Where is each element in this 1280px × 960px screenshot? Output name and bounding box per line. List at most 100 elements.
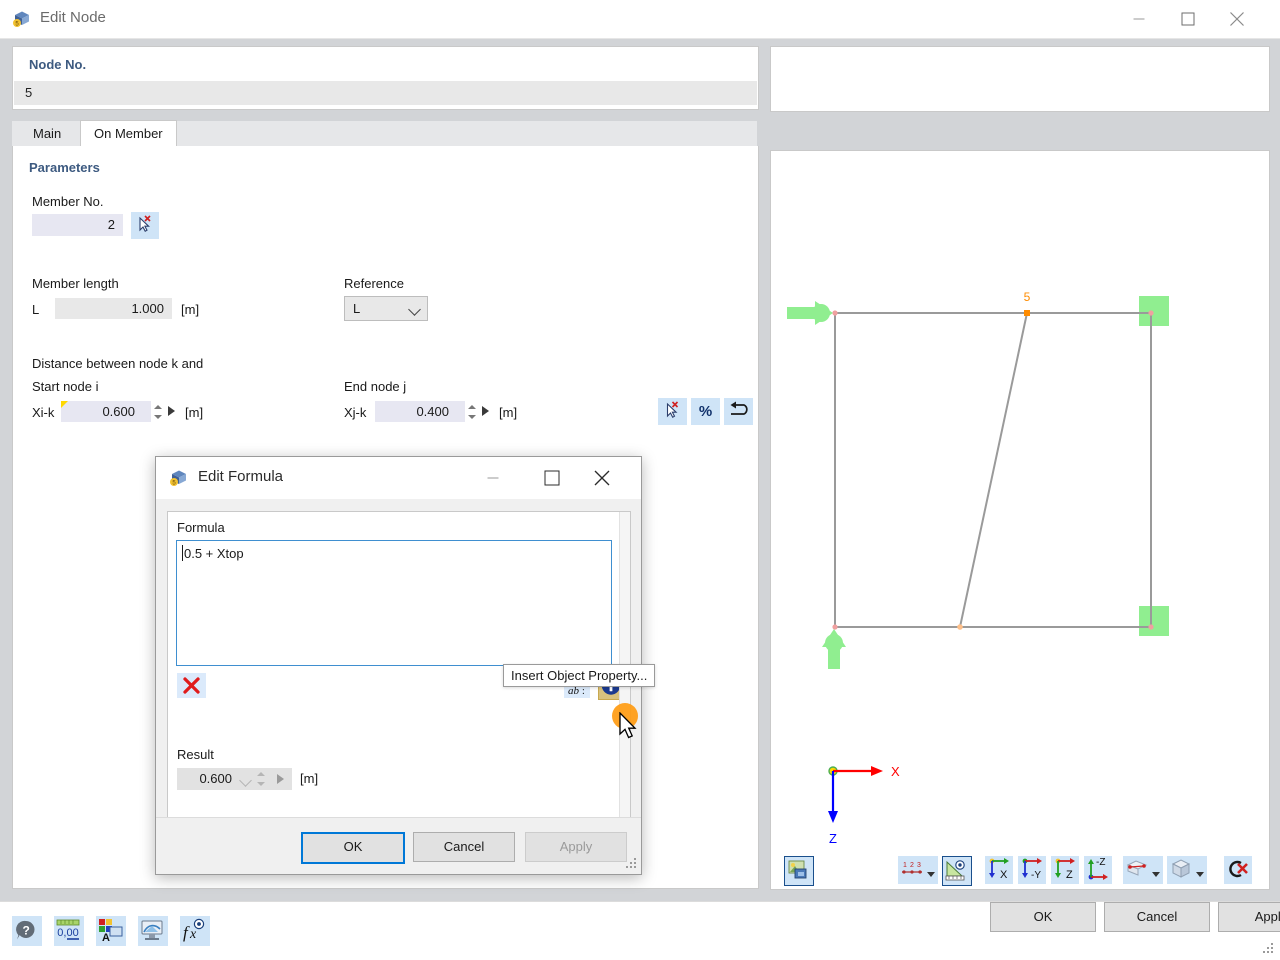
numbering-button[interactable]: 1 2 3: [898, 856, 938, 884]
row-pick-button[interactable]: [658, 398, 687, 425]
svg-text:1: 1: [903, 862, 907, 869]
view-z-button[interactable]: Z: [1051, 856, 1079, 884]
svg-text:-Z: -Z: [1096, 857, 1105, 868]
edit-node-window: 5 Edit Node Node No. 5 Main On Member Pa…: [0, 0, 1280, 960]
colors-text-button[interactable]: A: [96, 916, 126, 946]
end-node-input[interactable]: 0.400: [375, 401, 465, 422]
solid-view-button[interactable]: [1167, 856, 1207, 884]
percent-button[interactable]: %: [691, 398, 720, 425]
maximize-icon: [1182, 13, 1195, 26]
close-icon: [594, 470, 610, 486]
decimal-places-button[interactable]: 0,00: [54, 916, 84, 946]
support-bottom-right: [1139, 606, 1169, 636]
svg-text:A: A: [102, 932, 110, 944]
close-icon: [1230, 12, 1245, 27]
stepper-up-icon: [154, 405, 162, 409]
mouse-cursor: [618, 712, 640, 742]
end-node-stepper[interactable]: [467, 403, 477, 421]
result-label: Result: [177, 747, 214, 762]
formula-ok-button[interactable]: OK: [301, 832, 405, 864]
node-cube-icon: 5: [169, 468, 189, 488]
formula-resize-grip[interactable]: [625, 858, 637, 870]
member-no-input[interactable]: 2: [32, 214, 123, 236]
display-properties-button[interactable]: [138, 916, 168, 946]
viewport-toolbar: 1 2 3: [772, 852, 1268, 888]
parameters-title: Parameters: [29, 160, 100, 175]
end-node-symbol: Xj-k: [344, 405, 366, 420]
formula-input[interactable]: 0.5 + Xtop: [176, 540, 612, 666]
start-node-value: 0.600: [102, 404, 135, 419]
help-button[interactable]: ?: [12, 916, 42, 946]
end-node-formula-button[interactable]: [482, 406, 489, 416]
svg-text:X: X: [1000, 869, 1008, 881]
view-x-button[interactable]: X: [985, 856, 1013, 884]
cancel-button[interactable]: Cancel: [1104, 902, 1210, 932]
measure-button[interactable]: [942, 856, 972, 886]
view-neg-z-button[interactable]: -Z: [1084, 856, 1112, 884]
wireframe-view-button[interactable]: [1123, 856, 1163, 884]
close-button[interactable]: [1214, 0, 1260, 38]
tab-main[interactable]: Main: [20, 121, 74, 146]
svg-text::: :: [582, 686, 585, 697]
start-node-input[interactable]: 0.600: [61, 401, 151, 422]
node-cube-icon: 5: [12, 9, 32, 29]
formula-minimize-button[interactable]: [472, 457, 514, 499]
numbering-icon: 1 2 3: [899, 856, 925, 882]
bottom-bar: ? 0,00 A: [0, 901, 1280, 960]
stepper-down-icon: [257, 782, 265, 786]
view-z-icon: Z: [1051, 856, 1077, 882]
window-title: Edit Node: [40, 9, 106, 26]
clear-formula-button[interactable]: [177, 673, 206, 698]
formula-maximize-button[interactable]: [531, 457, 573, 499]
load-arrow-bottom-left: [822, 629, 846, 669]
model-viewport[interactable]: 5 X Z: [771, 151, 1267, 851]
result-field: 0.600: [177, 768, 292, 790]
formula-close-button[interactable]: [581, 457, 623, 499]
svg-text:Z: Z: [1066, 869, 1073, 881]
model-viewport-panel: 5 X Z: [770, 150, 1270, 890]
render-snapshot-button[interactable]: [784, 856, 814, 886]
formula-value: 0.5 + Xtop: [184, 546, 244, 561]
display-properties-icon: [138, 916, 166, 944]
view-neg-y-button[interactable]: -Y: [1018, 856, 1046, 884]
support-top-right: [1139, 296, 1169, 326]
formula-dialog-titlebar: 5 Edit Formula: [156, 457, 641, 499]
swap-button[interactable]: [724, 398, 753, 425]
chevron-down-icon: [927, 872, 935, 877]
clear-selection-button[interactable]: [1224, 856, 1252, 884]
wireframe-view-icon: [1124, 856, 1150, 882]
tab-on-member[interactable]: On Member: [80, 120, 177, 147]
help-icon: ?: [12, 916, 40, 944]
maximize-button[interactable]: [1165, 0, 1211, 38]
formula-marker-icon: [61, 401, 68, 408]
distance-heading: Distance between node k and: [32, 356, 203, 371]
result-formula-button: [277, 774, 284, 784]
end-node-unit: [m]: [499, 405, 517, 420]
result-stepper: [256, 770, 266, 788]
start-node-stepper[interactable]: [153, 403, 163, 421]
result-value: 0.600: [199, 771, 232, 786]
member-no-label: Member No.: [32, 194, 104, 209]
formula-cancel-button[interactable]: Cancel: [413, 832, 515, 862]
reference-select[interactable]: L: [344, 296, 428, 321]
formula-dialog-footer: OK Cancel Apply: [156, 817, 641, 874]
start-node-formula-button[interactable]: [168, 406, 175, 416]
chevron-down-icon: [1196, 872, 1204, 877]
minimize-button[interactable]: [1116, 0, 1162, 38]
decimal-places-icon: 0,00: [54, 916, 82, 944]
svg-text:2: 2: [910, 862, 914, 869]
text-caret: [182, 545, 183, 561]
member-no-pick-button[interactable]: [131, 212, 159, 239]
resize-grip[interactable]: [1262, 943, 1274, 955]
reference-label: Reference: [344, 276, 404, 291]
member-length-input: 1.000: [55, 298, 172, 319]
node-no-value-field[interactable]: 5: [14, 81, 757, 105]
result-unit: [m]: [300, 771, 318, 786]
svg-text:Z: Z: [829, 831, 837, 846]
apply-button[interactable]: Apply: [1218, 902, 1280, 932]
function-fx-button[interactable]: f x: [180, 916, 210, 946]
insert-object-property-tooltip: Insert Object Property...: [503, 664, 655, 687]
ok-button[interactable]: OK: [990, 902, 1096, 932]
delete-formula-icon: [177, 673, 206, 698]
load-arrow-top-left: [787, 301, 833, 325]
